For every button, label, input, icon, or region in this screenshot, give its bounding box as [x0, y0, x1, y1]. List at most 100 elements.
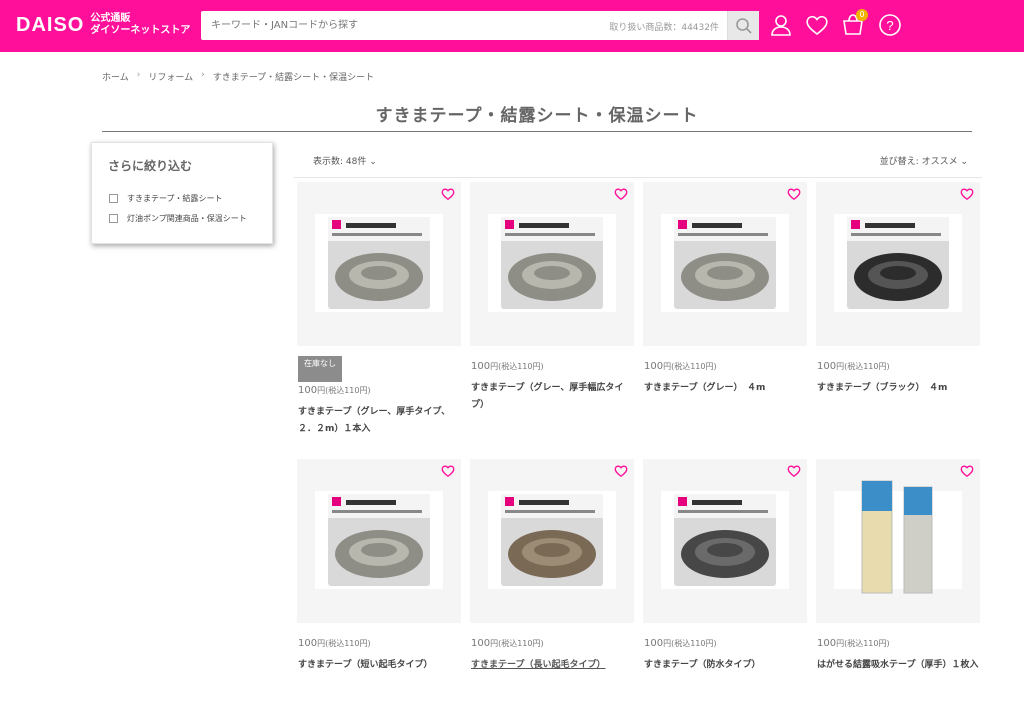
- breadcrumb-current: すきまテープ・結露シート・保温シート: [212, 73, 375, 83]
- product-name-link[interactable]: すきまテープ（グレー） ４m: [644, 380, 806, 397]
- product-price: 100円(税込110円): [471, 361, 544, 372]
- product-price: 100円(税込110円): [817, 638, 890, 649]
- price-tax: (税込110円): [498, 639, 544, 648]
- favorite-heart-icon[interactable]: [614, 187, 628, 201]
- price-unit: 円: [663, 639, 672, 648]
- breadcrumb-reform[interactable]: リフォーム: [148, 70, 193, 83]
- product-package-image: [834, 214, 962, 312]
- product-package-image: [488, 491, 616, 589]
- breadcrumb: ホーム › リフォーム › すきまテープ・結露シート・保温シート: [102, 70, 374, 83]
- price-value: 100: [298, 638, 318, 649]
- product-count: 取り扱い商品数：44432件: [609, 23, 719, 33]
- site-header: DAISO 公式通販 ダイソーネットストア 取り扱い商品数：44432件: [0, 0, 1024, 52]
- display-count-select[interactable]: 表示数: 48件 ⌄: [313, 154, 377, 167]
- product-image[interactable]: [470, 182, 634, 346]
- price-unit: 円: [663, 362, 672, 371]
- price-unit: 円: [490, 362, 499, 371]
- logo-sub-line2: ダイソーネットストア: [90, 25, 191, 36]
- favorite-heart-icon[interactable]: [787, 187, 801, 201]
- product-image[interactable]: [470, 459, 634, 623]
- product-name-link[interactable]: すきまテープ（ブラック） ４m: [817, 380, 979, 397]
- product-package-image: [661, 214, 789, 312]
- product-image[interactable]: [297, 459, 461, 623]
- product-name-link[interactable]: すきまテープ（短い起毛タイプ）: [298, 657, 460, 674]
- price-tax: (税込110円): [844, 639, 890, 648]
- price-value: 100: [471, 638, 491, 649]
- product-package-image: [488, 214, 616, 312]
- breadcrumb-home[interactable]: ホーム: [102, 70, 129, 83]
- out-of-stock-badge: 在庫なし: [298, 356, 342, 382]
- filter-panel: さらに絞り込む すきまテープ・結露シート 灯油ポンプ関連商品・保温シート: [91, 142, 273, 244]
- price-value: 100: [471, 361, 491, 372]
- product-name-link[interactable]: はがせる結露吸水テープ（厚手）１枚入: [817, 657, 979, 674]
- price-value: 100: [644, 361, 664, 372]
- favorites-button[interactable]: [804, 12, 830, 38]
- logo-subtitle: 公式通販 ダイソーネットストア: [90, 13, 190, 37]
- product-package-image: [834, 480, 962, 594]
- price-value: 100: [817, 638, 837, 649]
- product-price: 100円(税込110円): [471, 638, 544, 649]
- price-unit: 円: [836, 639, 845, 648]
- account-button[interactable]: [768, 12, 794, 38]
- cart-count-badge: 0: [856, 9, 868, 21]
- title-divider: [102, 131, 972, 132]
- breadcrumb-separator: ›: [201, 70, 205, 80]
- product-price: 100円(税込110円): [644, 638, 717, 649]
- help-icon: ?: [879, 14, 901, 36]
- product-price: 100円(税込110円): [298, 638, 371, 649]
- sort-select[interactable]: 並び替え: オススメ ⌄: [880, 154, 968, 167]
- favorite-heart-icon[interactable]: [787, 464, 801, 478]
- favorite-heart-icon[interactable]: [960, 187, 974, 201]
- svg-text:?: ?: [886, 18, 893, 33]
- price-tax: (税込110円): [498, 362, 544, 371]
- price-tax: (税込110円): [671, 639, 717, 648]
- product-package-image: [315, 214, 443, 312]
- product-package-image: [315, 491, 443, 589]
- logo-wordmark: DAISO: [16, 13, 85, 36]
- price-value: 100: [298, 385, 318, 396]
- cart-button[interactable]: 0: [840, 9, 868, 38]
- product-name-link[interactable]: すきまテープ（グレー、厚手タイプ、２．２m）１本入: [298, 404, 460, 438]
- checkbox[interactable]: [109, 214, 118, 223]
- filter-option-label: 灯油ポンプ関連商品・保温シート: [127, 214, 247, 223]
- search-button[interactable]: [727, 11, 759, 40]
- checkbox[interactable]: [109, 194, 118, 203]
- price-unit: 円: [317, 386, 326, 395]
- daiso-logo[interactable]: DAISO 公式通販 ダイソーネットストア: [16, 13, 190, 37]
- product-image[interactable]: [816, 182, 980, 346]
- filter-option-kerosene-pump[interactable]: 灯油ポンプ関連商品・保温シート: [109, 213, 247, 224]
- filter-option-sukima-tape[interactable]: すきまテープ・結露シート: [109, 193, 223, 204]
- filter-option-label: すきまテープ・結露シート: [127, 194, 223, 203]
- page-title: すきまテープ・結露シート・保温シート: [375, 106, 699, 126]
- product-price: 100円(税込110円): [644, 361, 717, 372]
- chevron-down-icon: ⌄: [960, 157, 968, 167]
- favorite-heart-icon[interactable]: [441, 187, 455, 201]
- product-name-link[interactable]: すきまテープ（防水タイプ）: [644, 657, 806, 674]
- favorite-heart-icon[interactable]: [441, 464, 455, 478]
- search-input[interactable]: [201, 11, 601, 40]
- product-package-image: [661, 491, 789, 589]
- search-bar: 取り扱い商品数：44432件: [201, 11, 759, 40]
- price-value: 100: [817, 361, 837, 372]
- price-tax: (税込110円): [325, 639, 371, 648]
- price-unit: 円: [490, 639, 499, 648]
- display-count-label: 表示数: 48件: [313, 157, 367, 167]
- product-image[interactable]: [643, 459, 807, 623]
- product-price: 100円(税込110円): [817, 361, 890, 372]
- filter-title: さらに絞り込む: [108, 159, 193, 173]
- favorite-heart-icon[interactable]: [960, 464, 974, 478]
- price-unit: 円: [836, 362, 845, 371]
- user-icon: [771, 15, 791, 36]
- product-image[interactable]: [816, 459, 980, 623]
- product-image[interactable]: [297, 182, 461, 346]
- favorite-heart-icon[interactable]: [614, 464, 628, 478]
- help-button[interactable]: ?: [877, 12, 903, 38]
- breadcrumb-separator: ›: [136, 70, 141, 80]
- product-name-link[interactable]: すきまテープ（グレー、厚手幅広タイプ）: [471, 380, 633, 414]
- sort-label: 並び替え: オススメ: [879, 157, 958, 167]
- logo-sub-line1: 公式通販: [90, 13, 131, 24]
- heart-icon: [806, 15, 828, 36]
- price-tax: (税込110円): [844, 362, 890, 371]
- product-name-link[interactable]: すきまテープ（長い起毛タイプ）: [471, 657, 633, 674]
- product-image[interactable]: [643, 182, 807, 346]
